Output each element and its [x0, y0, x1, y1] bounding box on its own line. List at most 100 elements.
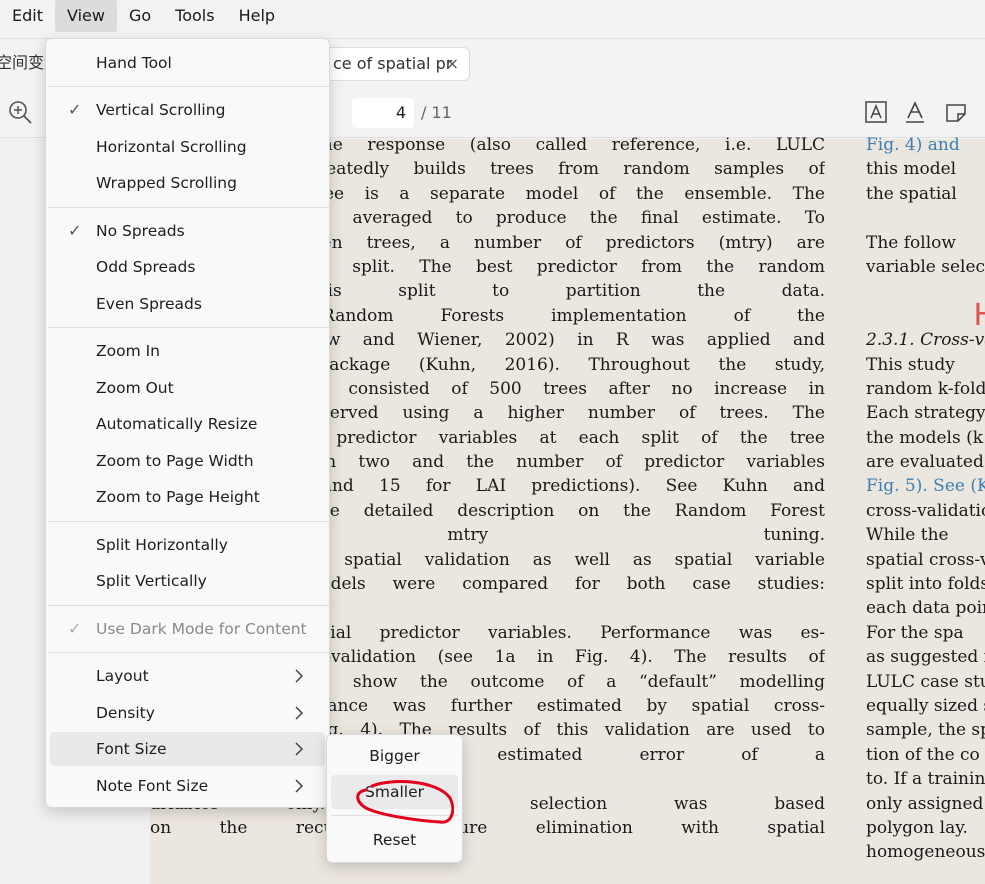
- menu-separator: [48, 605, 329, 606]
- menu-item-label: Automatically Resize: [96, 415, 258, 433]
- text-line: 2.3.1. Cross-va: [866, 330, 985, 351]
- text-line: homogeneous): [866, 842, 985, 863]
- menu-help[interactable]: Help: [227, 0, 287, 32]
- menu-item-split-horizontally[interactable]: Split Horizontally: [50, 528, 325, 562]
- menu-item-wrapped-scrolling[interactable]: Wrapped Scrolling: [50, 166, 325, 200]
- checkmark-icon: ✓: [68, 221, 82, 240]
- menu-item-label: Zoom In: [96, 342, 161, 360]
- page-number-input[interactable]: 4: [352, 98, 414, 128]
- menu-item-layout[interactable]: Layout: [50, 659, 325, 693]
- menu-item-automatically-resize[interactable]: Automatically Resize: [50, 407, 325, 441]
- menu-bar: Edit View Go Tools Help: [0, 0, 985, 32]
- menu-item-zoom-to-page-width[interactable]: Zoom to Page Width: [50, 444, 325, 478]
- menu-item-label: Layout: [96, 667, 149, 685]
- text-line: polygon lay.: [866, 817, 968, 838]
- text-line: the models (k: [866, 427, 984, 448]
- menu-item-label: Use Dark Mode for Content: [96, 620, 307, 638]
- page-total: / 11: [421, 103, 452, 122]
- menu-item-label: Hand Tool: [96, 54, 172, 72]
- text-line: equally sized s: [866, 695, 985, 716]
- text-line: this model: [866, 159, 957, 180]
- chevron-right-icon: [295, 706, 304, 720]
- menu-item-label: Horizontal Scrolling: [96, 138, 247, 156]
- menu-item-bigger[interactable]: Bigger: [331, 739, 458, 773]
- menu-item-even-spreads[interactable]: Even Spreads: [50, 287, 325, 321]
- menu-item-label: Split Vertically: [96, 572, 207, 590]
- menu-item-use-dark-mode-for-content[interactable]: ✓ Use Dark Mode for Content: [50, 612, 325, 646]
- tab-label: ce of spatial pr: [333, 54, 453, 73]
- text-line: the spatial: [866, 183, 957, 204]
- menu-separator: [48, 327, 329, 328]
- text-line: Each strategy f: [866, 403, 985, 424]
- text-line: This study: [866, 354, 955, 375]
- text-line: The follow: [866, 232, 956, 253]
- close-icon[interactable]: ×: [446, 48, 459, 80]
- red-annotation-circle: [356, 780, 454, 824]
- text-line: to. If a trainin: [866, 769, 985, 790]
- menu-item-zoom-out[interactable]: Zoom Out: [50, 371, 325, 405]
- text-line: Fig. 5). See (Ku: [866, 476, 985, 497]
- menu-item-horizontal-scrolling[interactable]: Horizontal Scrolling: [50, 130, 325, 164]
- text-line: sample, the sp: [866, 720, 985, 741]
- text-line: While the: [866, 525, 949, 546]
- menu-item-label: Zoom to Page Width: [96, 452, 254, 470]
- text-box-icon[interactable]: [864, 100, 888, 124]
- text-line: LULC case stu: [866, 671, 985, 692]
- text-line: [866, 206, 985, 230]
- zoom-in-icon[interactable]: [8, 100, 34, 126]
- text-line: as suggested in: [866, 647, 985, 668]
- menu-item-zoom-in[interactable]: Zoom In: [50, 334, 325, 368]
- tab-label: 空间变量: [0, 53, 46, 72]
- menu-separator: [48, 652, 329, 653]
- text-line: each data poin: [866, 598, 985, 619]
- chevron-right-icon: [295, 669, 304, 683]
- menu-item-density[interactable]: Density: [50, 696, 325, 730]
- text-highlight-icon[interactable]: [903, 100, 927, 124]
- text-line: spatial cross-va: [866, 549, 985, 570]
- menu-item-label: Split Horizontally: [96, 536, 228, 554]
- menu-item-label: Font Size: [96, 740, 167, 758]
- menu-item-no-spreads[interactable]: ✓ No Spreads: [50, 214, 325, 248]
- menu-item-label: Odd Spreads: [96, 258, 196, 276]
- text-line: random k-fold: [866, 378, 985, 399]
- menu-item-zoom-to-page-height[interactable]: Zoom to Page Height: [50, 480, 325, 514]
- menu-view[interactable]: View: [54, 0, 117, 32]
- text-line: only assigned: [866, 793, 984, 814]
- menu-item-label: Density: [96, 704, 155, 722]
- menu-item-label: Wrapped Scrolling: [96, 174, 237, 192]
- menu-item-split-vertically[interactable]: Split Vertically: [50, 564, 325, 598]
- menu-separator: [48, 207, 329, 208]
- text-line: are evaluated: [866, 452, 984, 473]
- menu-item-label: Note Font Size: [96, 777, 209, 795]
- menu-item-font-size[interactable]: Font Size: [50, 732, 325, 766]
- menu-item-vertical-scrolling[interactable]: ✓ Vertical Scrolling: [50, 93, 325, 127]
- tab-document-2[interactable]: ce of spatial pr ×: [326, 47, 470, 81]
- menu-go[interactable]: Go: [117, 0, 163, 32]
- menu-item-odd-spreads[interactable]: Odd Spreads: [50, 250, 325, 284]
- menu-separator: [48, 86, 329, 87]
- menu-item-note-font-size[interactable]: Note Font Size: [50, 769, 325, 803]
- view-menu: Hand Tool ✓ Vertical Scrolling Horizontal S…: [45, 38, 330, 808]
- text-line: tion of the co: [866, 744, 980, 765]
- text-line: split into folds: [866, 574, 985, 595]
- menu-item-reset[interactable]: Reset: [331, 823, 458, 857]
- chevron-right-icon: [295, 742, 304, 756]
- menu-item-label: Vertical Scrolling: [96, 101, 226, 119]
- menu-item-label: Even Spreads: [96, 295, 202, 313]
- text-line: on the recursive feature elimination wit…: [150, 817, 825, 838]
- menu-edit[interactable]: Edit: [0, 0, 55, 32]
- checkmark-icon: ✓: [68, 100, 82, 119]
- chevron-right-icon: [295, 779, 304, 793]
- document-column-right: Fig. 4) and this model the spatial The fol…: [866, 133, 985, 865]
- menu-item-hand-tool[interactable]: Hand Tool: [50, 46, 325, 80]
- text-line: cross-validatio: [866, 500, 985, 521]
- menu-separator: [48, 521, 329, 522]
- checkmark-icon: ✓: [68, 619, 82, 638]
- text-line: For the spa: [866, 622, 964, 643]
- text-line: Fig. 4) and: [866, 135, 960, 155]
- menu-tools[interactable]: Tools: [163, 0, 226, 32]
- menu-item-label: Zoom Out: [96, 379, 174, 397]
- note-icon[interactable]: [944, 100, 968, 124]
- tab-document-1[interactable]: 空间变量: [0, 47, 46, 81]
- text-line: [866, 279, 985, 303]
